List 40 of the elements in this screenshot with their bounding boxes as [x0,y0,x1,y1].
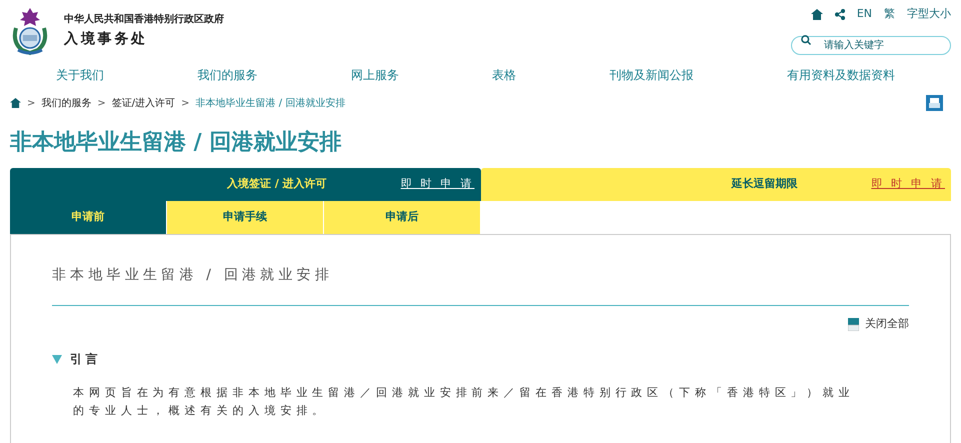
emblem-logo [10,6,50,56]
search-field[interactable]: 请输入关键字 [791,36,951,54]
section-title[interactable]: 引言 [70,350,102,368]
top-tab[interactable]: 延长逗留期限 即 时 申 请 [480,168,951,201]
apply-now-link[interactable]: 即 时 申 请 [871,176,945,193]
printer-icon[interactable] [926,95,943,111]
nav-item[interactable]: 网上服务 [350,66,399,84]
utility-link[interactable]: EN [856,6,872,22]
nav-item[interactable]: 表格 [492,66,516,84]
sub-tab[interactable]: 申请手续 [167,201,324,234]
content-heading: 非本地毕业生留港 / 回港就业安排 [52,266,334,285]
sub-tab[interactable]: 申请前 [10,201,167,234]
utility-link[interactable]: 字型大小 [907,6,951,22]
home-icon[interactable] [810,8,823,20]
home-icon[interactable] [10,98,21,108]
government-title: 中华人民共和国香港特别行政区政府 [64,12,224,27]
nav-item[interactable]: 关于我们 [56,66,104,84]
page-title: 非本地毕业生留港 / 回港就业安排 [9,128,342,156]
sub-tab[interactable]: 申请后 [324,201,481,234]
section-text: 本网页旨在为有意根据非本地毕业生留港／回港就业安排前来／留在香港特别行政区（下称「香港特区」）就业的专业人士，概述有关的入境安排。 [73,385,856,419]
collapse-icon[interactable] [848,318,859,330]
breadcrumb-separator: > [181,96,190,110]
top-tab[interactable]: 入境签证 / 进入许可 即 时 申 请 [10,168,480,201]
nav-item[interactable]: 我们的服务 [197,66,258,84]
utility-link[interactable]: 繁 [884,6,895,22]
nav-item[interactable]: 刊物及新闻公报 [610,66,694,84]
tab-label: 延长逗留期限 [731,176,798,192]
breadcrumb-separator: > [27,96,36,110]
breadcrumb-link[interactable]: 签证/进入许可 [112,96,176,110]
department-title: 入境事务处 [64,30,149,49]
breadcrumb-separator: > [97,96,106,110]
breadcrumb-link[interactable]: 非本地毕业生留港 / 回港就业安排 [196,96,346,110]
breadcrumb-link[interactable]: 我们的服务 [41,96,92,110]
search-icon [801,35,811,45]
expand-toggle-icon[interactable] [52,354,62,364]
share-icon[interactable] [834,8,845,20]
apply-now-link[interactable]: 即 时 申 请 [400,176,474,193]
collapse-all-link[interactable]: 关闭全部 [865,316,909,332]
tab-label: 入境签证 / 进入许可 [227,176,327,192]
nav-item[interactable]: 有用资料及数据资料 [786,66,895,84]
